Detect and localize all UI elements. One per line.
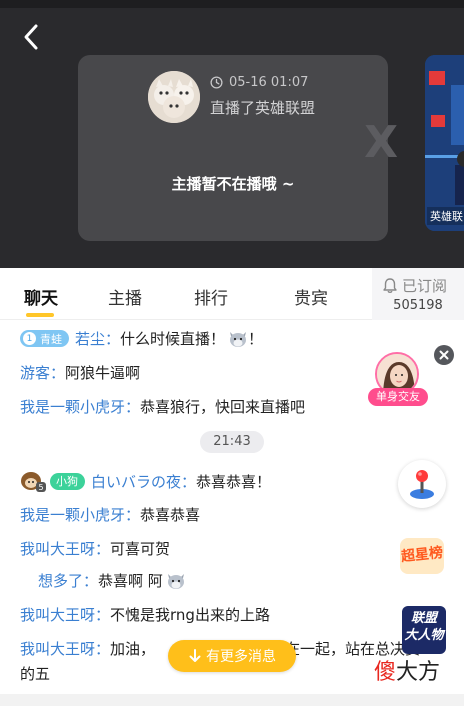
card-time: 05-16 01:07 — [229, 75, 309, 90]
watermark-part2: 大方 — [396, 660, 441, 685]
recommended-stream-image — [425, 55, 464, 231]
chat-text: 加油， — [110, 640, 156, 658]
recommended-stream-thumb[interactable]: 英雄联 — [425, 55, 464, 231]
streamer-avatar[interactable] — [148, 71, 200, 123]
subscribe-count: 505198 — [393, 298, 443, 313]
watermark-part1: 傻 — [374, 660, 397, 685]
back-button[interactable] — [14, 20, 48, 54]
active-tab-indicator — [26, 313, 54, 317]
fan-badge-name: 小狗 — [56, 475, 78, 488]
recommended-stream-label: 英雄联 — [427, 207, 464, 225]
close-icon — [439, 350, 449, 360]
chat-text-suffix: ！ — [248, 330, 264, 348]
single-dating-widget[interactable]: 单身交友 — [366, 352, 432, 408]
chat-username[interactable]: 白いバラの夜： — [91, 471, 196, 492]
fan-avatar-icon: 5 — [21, 472, 46, 492]
chat-text: 不愧是我rng出来的上路 — [110, 606, 270, 624]
league-label-line1: 联盟 — [410, 611, 437, 626]
tab-streamer[interactable]: 主播 — [108, 284, 142, 309]
tab-vip[interactable]: 贵宾 — [294, 284, 328, 309]
chat-text: 什么时候直播！ — [120, 330, 226, 348]
tab-ranking[interactable]: 排行 — [194, 284, 228, 309]
subscribe-label-row: 已订阅 — [382, 275, 447, 296]
fox-emoji-icon — [167, 573, 184, 589]
card-action: 直播了英雄联盟 — [210, 99, 316, 117]
chat-username[interactable]: 我是一颗小虎牙： — [20, 504, 140, 525]
more-messages-button[interactable]: 有更多消息 — [168, 640, 296, 672]
chat-text: 阿狼牛逼啊 — [65, 364, 141, 382]
chat-text: 恭喜狼行，快回来直播吧 — [140, 398, 306, 416]
video-area: X 05-16 01:07 直播了英雄联盟 主播暂不在播哦 ~ 英雄联 — [0, 0, 464, 268]
chat-username[interactable]: 想多了： — [38, 570, 98, 591]
fan-badge-name: 青蛙 — [40, 332, 62, 346]
chat-message: 想多了： 恭喜啊 阿 — [38, 570, 186, 591]
watermark: 傻大方 — [374, 654, 440, 686]
chat-message: 我是一颗小虎牙： 恭喜恭喜 — [20, 504, 200, 525]
offline-card: X 05-16 01:07 直播了英雄联盟 主播暂不在播哦 ~ — [78, 55, 398, 241]
subscribe-button[interactable]: 已订阅 505198 — [372, 268, 464, 320]
league-widget[interactable]: 联盟 大人物 — [398, 606, 450, 656]
tab-chat[interactable]: 聊天 — [24, 284, 58, 309]
tab-bar: 聊天 主播 排行 贵宾 已订阅 505198 — [0, 268, 464, 320]
fan-avatar: 5 — [20, 470, 46, 492]
fox-emoji-icon — [230, 331, 247, 347]
chat-text: 可喜可贺 — [110, 540, 171, 558]
fan-badge: 小狗 — [50, 472, 85, 490]
chat-text: 恭喜恭喜！ — [196, 472, 272, 491]
league-label: 联盟 大人物 — [398, 610, 450, 644]
fan-badge: 1 青蛙 — [20, 330, 69, 347]
chat-username[interactable]: 我叫大王呀： — [20, 638, 110, 659]
chat-message: 5 小狗 白いバラの夜： 恭喜恭喜！ — [20, 470, 271, 492]
chat-username[interactable]: 我叫大王呀： — [20, 604, 110, 625]
svg-text:5: 5 — [38, 483, 43, 492]
back-arrow-icon — [24, 24, 38, 50]
chat-username[interactable]: 若尘： — [75, 328, 120, 349]
arrow-down-icon — [189, 649, 201, 662]
chat-message: 1 青蛙 若尘： 什么时候直播！ ！ — [20, 328, 263, 349]
more-messages-label: 有更多消息 — [206, 649, 276, 665]
chat-message: 游客： 阿狼牛逼啊 — [20, 362, 140, 383]
chat-username[interactable]: 游客： — [20, 362, 65, 383]
subscribe-label: 已订阅 — [402, 277, 448, 295]
card-time-row: 05-16 01:07 — [210, 75, 308, 90]
close-floating-button[interactable] — [434, 345, 454, 365]
streamer-avatar-image — [148, 71, 200, 123]
chat-message: 我叫大王呀： 可喜可贺 — [20, 538, 170, 559]
chat-text: 恭喜啊 阿 — [98, 572, 163, 590]
joystick-icon — [410, 470, 434, 499]
single-dating-label: 单身交友 — [368, 388, 428, 406]
chat-message: 我叫大王呀： 不愧是我rng出来的上路 — [20, 604, 270, 625]
bottom-input-bar — [0, 694, 464, 706]
chat-message: 我是一颗小虎牙： 恭喜狼行，快回来直播吧 — [20, 396, 305, 417]
clock-icon — [210, 76, 223, 89]
chat-text: 恭喜恭喜 — [140, 506, 201, 524]
bell-icon — [383, 278, 397, 294]
chat-username[interactable]: 我是一颗小虎牙： — [20, 396, 140, 417]
status-bar — [0, 0, 464, 8]
chat-time-divider: 21:43 — [200, 431, 264, 453]
chat-text: 的五 — [20, 665, 51, 683]
game-widget[interactable] — [398, 460, 446, 508]
chat-message-continuation: 的五 — [20, 663, 50, 684]
league-label-line2: 大人物 — [404, 628, 444, 643]
fan-badge-level: 1 — [23, 332, 36, 345]
chat-username[interactable]: 我叫大王呀： — [20, 538, 110, 559]
card-watermark: X — [364, 117, 398, 168]
offline-message: 主播暂不在播哦 ~ — [171, 175, 295, 193]
super-star-widget[interactable]: 超星榜 — [398, 534, 446, 578]
